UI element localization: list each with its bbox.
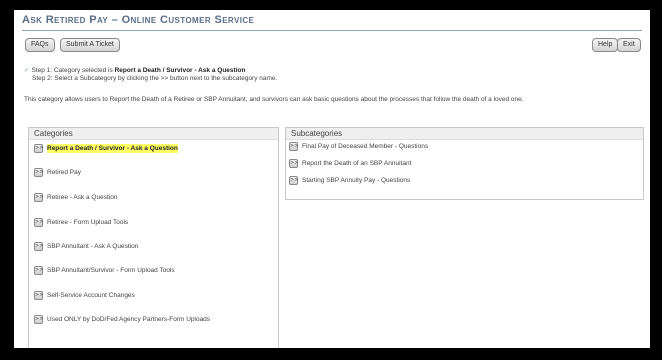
check-icon: ✓ [24, 67, 30, 74]
category-label: Used ONLY by DoD/Fed Agency Partners-For… [47, 316, 211, 323]
categories-header: Categories [29, 128, 278, 140]
category-label: Self-Service Account Changes [47, 292, 135, 299]
category-label: SBP Annuitant/Survivor - Form Upload Too… [47, 267, 175, 274]
subcategory-label: Report the Death of an SBP Annuitant [302, 160, 412, 167]
step-1-text: Step 1: Category selected is [31, 67, 113, 74]
subcategories-panel: Subcategories >> Final Pay of Deceased M… [285, 127, 644, 200]
exit-button[interactable]: Exit [617, 38, 641, 52]
category-label: Retiree - Ask a Question [47, 194, 118, 201]
select-arrow-icon[interactable]: >> [34, 242, 43, 251]
category-item-partner-uploads[interactable]: >> Used ONLY by DoD/Fed Agency Partners-… [34, 315, 237, 324]
step-2-text: Step 2: Select a Subcategory by clicking… [32, 75, 278, 82]
select-arrow-icon[interactable]: >> [34, 193, 43, 202]
category-label: SBP Annuitant - Ask A Question [47, 243, 139, 250]
select-arrow-icon[interactable]: >> [34, 266, 43, 275]
subcategory-item-report-sbp-death[interactable]: >> Report the Death of an SBP Annuitant [289, 159, 411, 168]
help-button[interactable]: Help [592, 38, 619, 52]
subcategory-item-starting-sbp-pay[interactable]: >> Starting SBP Annuity Pay - Questions [289, 176, 410, 185]
category-item-sbp-ask-question[interactable]: >> SBP Annuitant - Ask A Question [34, 242, 138, 251]
select-arrow-icon[interactable]: >> [289, 142, 298, 151]
select-arrow-icon[interactable]: >> [34, 291, 43, 300]
select-arrow-icon[interactable]: >> [34, 168, 43, 177]
customer-service-window: Ask Retired Pay – Online Customer Servic… [14, 10, 650, 348]
category-item-self-service[interactable]: >> Self-Service Account Changes [34, 291, 135, 300]
category-item-retired-pay[interactable]: >> Retired Pay [34, 168, 81, 177]
category-label: Report a Death / Survivor - Ask a Questi… [47, 144, 178, 153]
category-item-retiree-form-upload[interactable]: >> Retiree - Form Upload Tools [34, 218, 128, 227]
category-item-sbp-form-upload[interactable]: >> SBP Annuitant/Survivor - Form Upload … [34, 266, 175, 275]
select-arrow-icon[interactable]: >> [34, 218, 43, 227]
categories-panel: Categories >> Report a Death / Survivor … [28, 127, 279, 348]
step-1: ✓ Step 1: Category selected is Report a D… [24, 67, 277, 75]
select-arrow-icon[interactable]: >> [34, 144, 43, 153]
category-description: This category allows users to Report the… [24, 96, 524, 103]
select-arrow-icon[interactable]: >> [34, 315, 43, 324]
category-item-retiree-ask-question[interactable]: >> Retiree - Ask a Question [34, 193, 117, 202]
category-label: Retiree - Form Upload Tools [47, 219, 129, 226]
select-arrow-icon[interactable]: >> [289, 176, 298, 185]
category-item-report-death[interactable]: >> Report a Death / Survivor - Ask a Que… [34, 144, 178, 153]
step-instructions: ✓ Step 1: Category selected is Report a D… [24, 67, 277, 83]
subcategory-label: Final Pay of Deceased Member - Questions [302, 143, 429, 150]
page-title: Ask Retired Pay – Online Customer Servic… [22, 14, 255, 26]
selected-category-name: Report a Death / Survivor - Ask a Questi… [114, 67, 246, 74]
subcategories-header: Subcategories [286, 128, 643, 140]
subcategory-label: Starting SBP Annuity Pay - Questions [302, 177, 411, 184]
faqs-button[interactable]: FAQs [25, 38, 55, 52]
category-label: Retired Pay [47, 169, 81, 176]
submit-ticket-button[interactable]: Submit A Ticket [60, 38, 120, 52]
subcategory-item-final-pay[interactable]: >> Final Pay of Deceased Member - Questi… [289, 142, 428, 151]
title-divider [22, 30, 642, 31]
select-arrow-icon[interactable]: >> [289, 159, 298, 168]
